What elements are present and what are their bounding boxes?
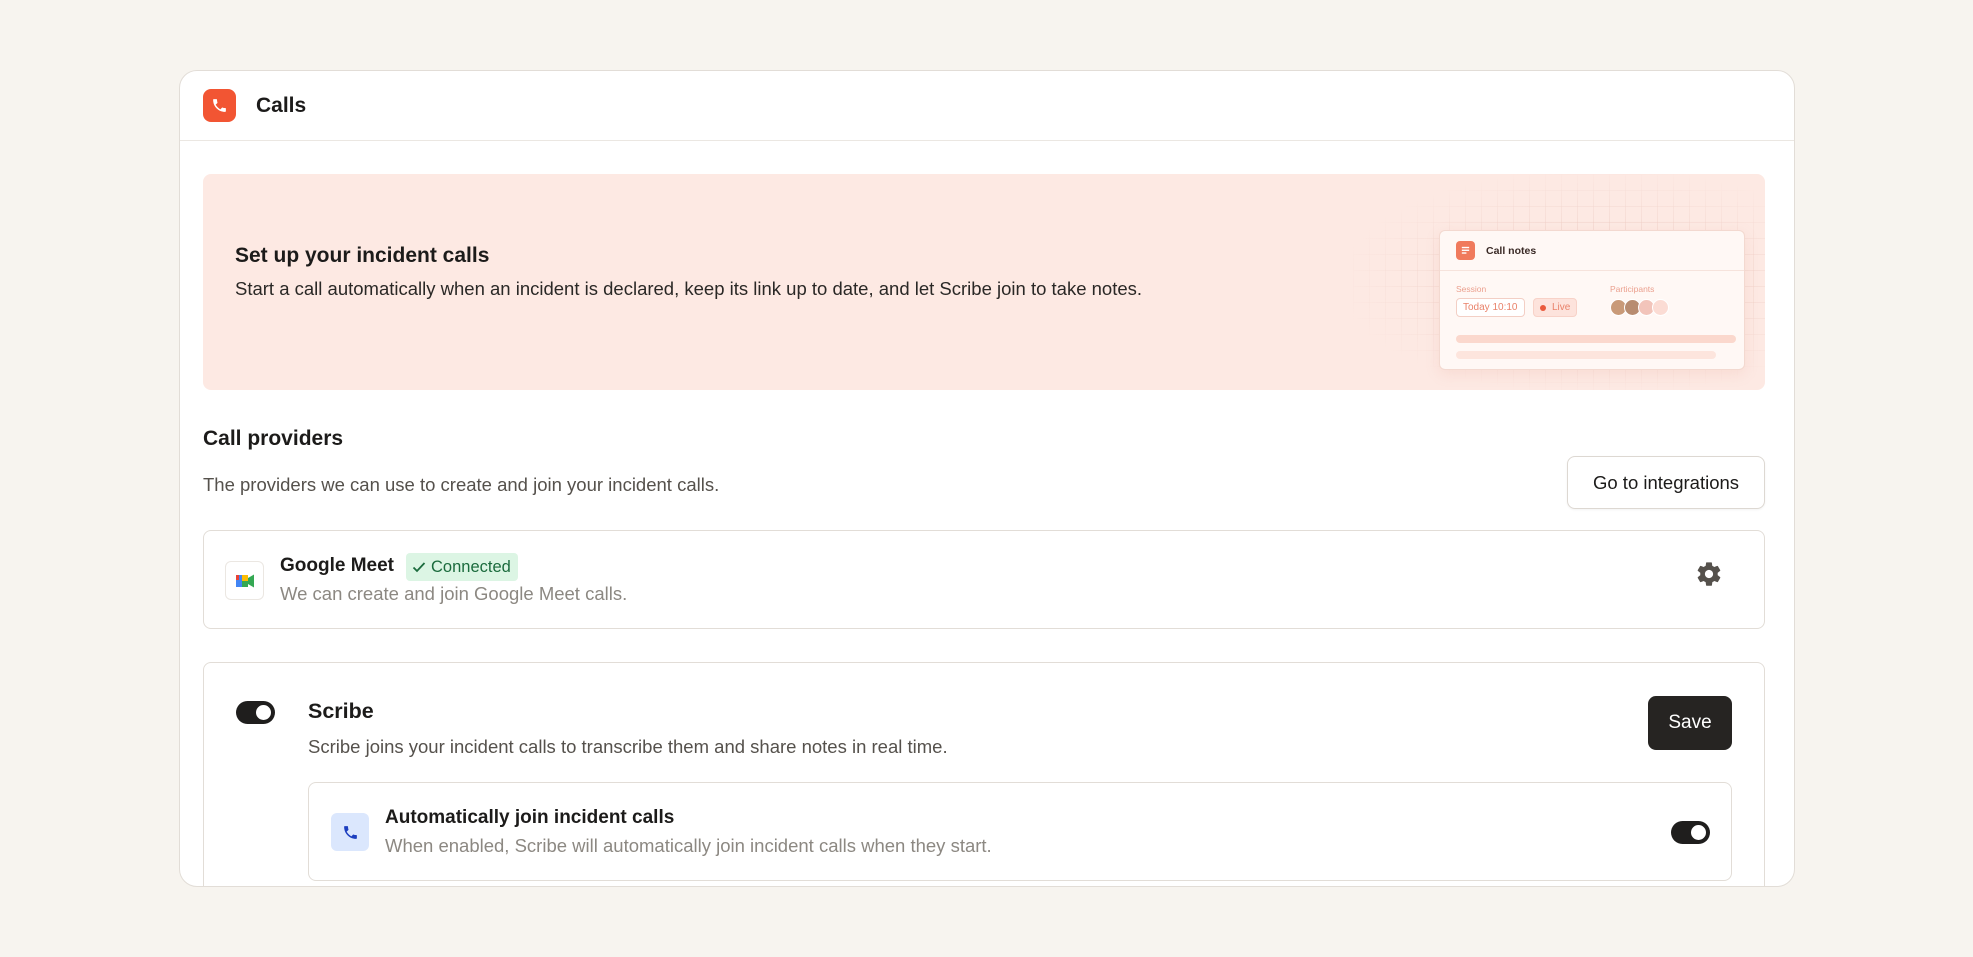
call-providers-description: The providers we can use to create and j… — [203, 474, 720, 495]
check-icon — [412, 562, 426, 573]
notes-icon — [1456, 241, 1475, 260]
illustration-title: Call notes — [1486, 244, 1537, 257]
notes-line-placeholder — [1456, 335, 1736, 343]
page-title: Calls — [256, 93, 307, 117]
call-notes-illustration: Call notes Session Today 10:10 Live Part… — [1439, 230, 1745, 370]
provider-name: Google Meet — [280, 555, 395, 576]
auto-join-title: Automatically join incident calls — [385, 807, 675, 828]
phone-icon — [331, 813, 369, 851]
banner-description: Start a call automatically when an incid… — [235, 278, 1143, 299]
banner-title: Set up your incident calls — [235, 244, 490, 267]
illustration-header: Call notes — [1440, 231, 1744, 271]
provider-card-google-meet: Google Meet Connected We can create and … — [203, 530, 1765, 629]
provider-description: We can create and join Google Meet calls… — [280, 583, 628, 604]
scribe-description: Scribe joins your incident calls to tran… — [308, 736, 948, 757]
status-badge-label: Connected — [431, 557, 511, 576]
gear-icon[interactable] — [1694, 559, 1724, 589]
notes-line-placeholder — [1456, 351, 1716, 359]
panel-header: Calls — [180, 71, 1794, 141]
participants-label: Participants — [1610, 284, 1655, 294]
phone-icon — [203, 89, 236, 122]
session-label: Session — [1456, 284, 1487, 294]
scribe-title: Scribe — [308, 699, 374, 723]
scribe-toggle[interactable] — [236, 701, 275, 724]
google-meet-icon — [225, 561, 264, 600]
setup-banner: Set up your incident calls Start a call … — [203, 174, 1765, 390]
scribe-card: Scribe Scribe joins your incident calls … — [203, 662, 1765, 886]
live-label: Live — [1552, 302, 1571, 313]
status-badge: Connected — [406, 553, 518, 581]
go-to-integrations-button[interactable]: Go to integrations — [1567, 456, 1765, 509]
call-providers-title: Call providers — [203, 427, 344, 450]
auto-join-option: Automatically join incident calls When e… — [308, 782, 1732, 881]
auto-join-description: When enabled, Scribe will automatically … — [385, 835, 992, 856]
save-button[interactable]: Save — [1648, 696, 1732, 750]
participant-avatar — [1652, 299, 1669, 316]
live-dot-icon — [1540, 304, 1546, 311]
live-chip: Live — [1533, 298, 1578, 317]
session-time-chip: Today 10:10 — [1456, 298, 1525, 317]
calls-panel: Calls Set up your incident calls Start a… — [179, 70, 1795, 887]
auto-join-toggle[interactable] — [1671, 821, 1710, 844]
